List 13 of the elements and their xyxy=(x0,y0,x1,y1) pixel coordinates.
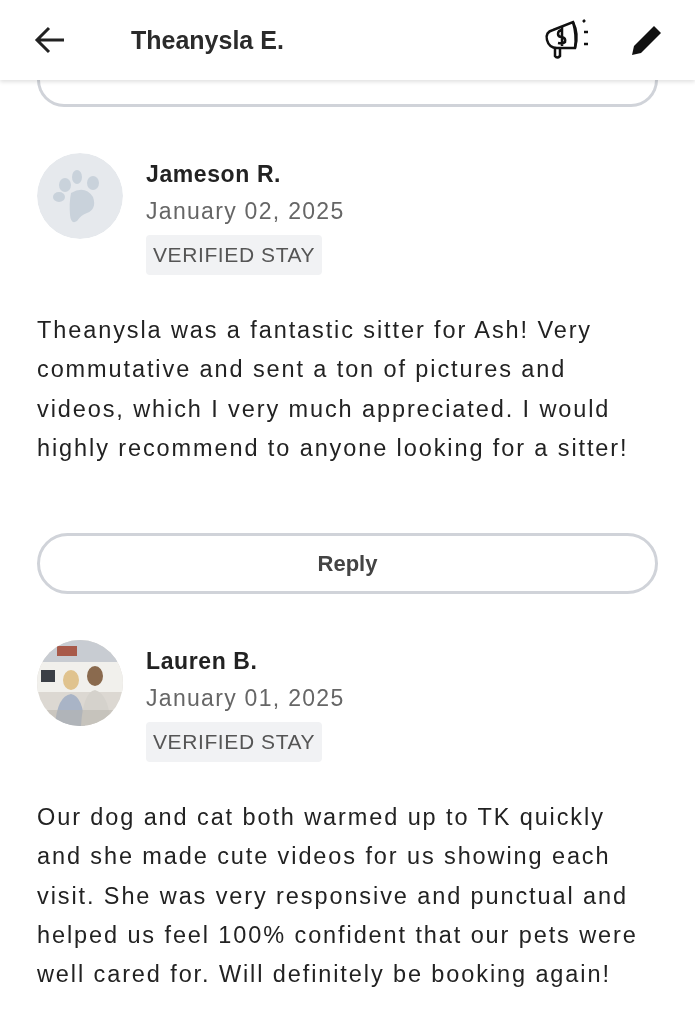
page-title: Theanysla E. xyxy=(131,25,285,55)
megaphone-dollar-icon[interactable] xyxy=(543,18,591,62)
review-date: January 02, 2025 xyxy=(146,198,345,225)
review-text: Our dog and cat both warmed up to TK quickly and she made cute videos for us showing each visit. She was very responsive and punctual and helped us feel 100% confident that our pets were well cared for. Will definitely be booking again! xyxy=(37,803,639,990)
reviewer-name: Jameson R. xyxy=(146,161,282,188)
verified-badge: VERIFIED STAY xyxy=(146,235,323,275)
review-text: Theanysla was a fantastic sitter for Ash! Very commutative and sent a ton of pictures and videos, which I very much appreciated. I would highly recommend to anyone looking for a sitter! xyxy=(37,316,630,463)
verified-badge: VERIFIED STAY xyxy=(146,722,323,763)
review-date: January 01, 2025 xyxy=(146,685,345,713)
reply-button[interactable]: Reply xyxy=(37,533,658,595)
back-arrow-icon[interactable] xyxy=(34,24,66,56)
reviewer-name: Lauren B. xyxy=(146,648,258,676)
paw-avatar-icon xyxy=(37,153,123,239)
